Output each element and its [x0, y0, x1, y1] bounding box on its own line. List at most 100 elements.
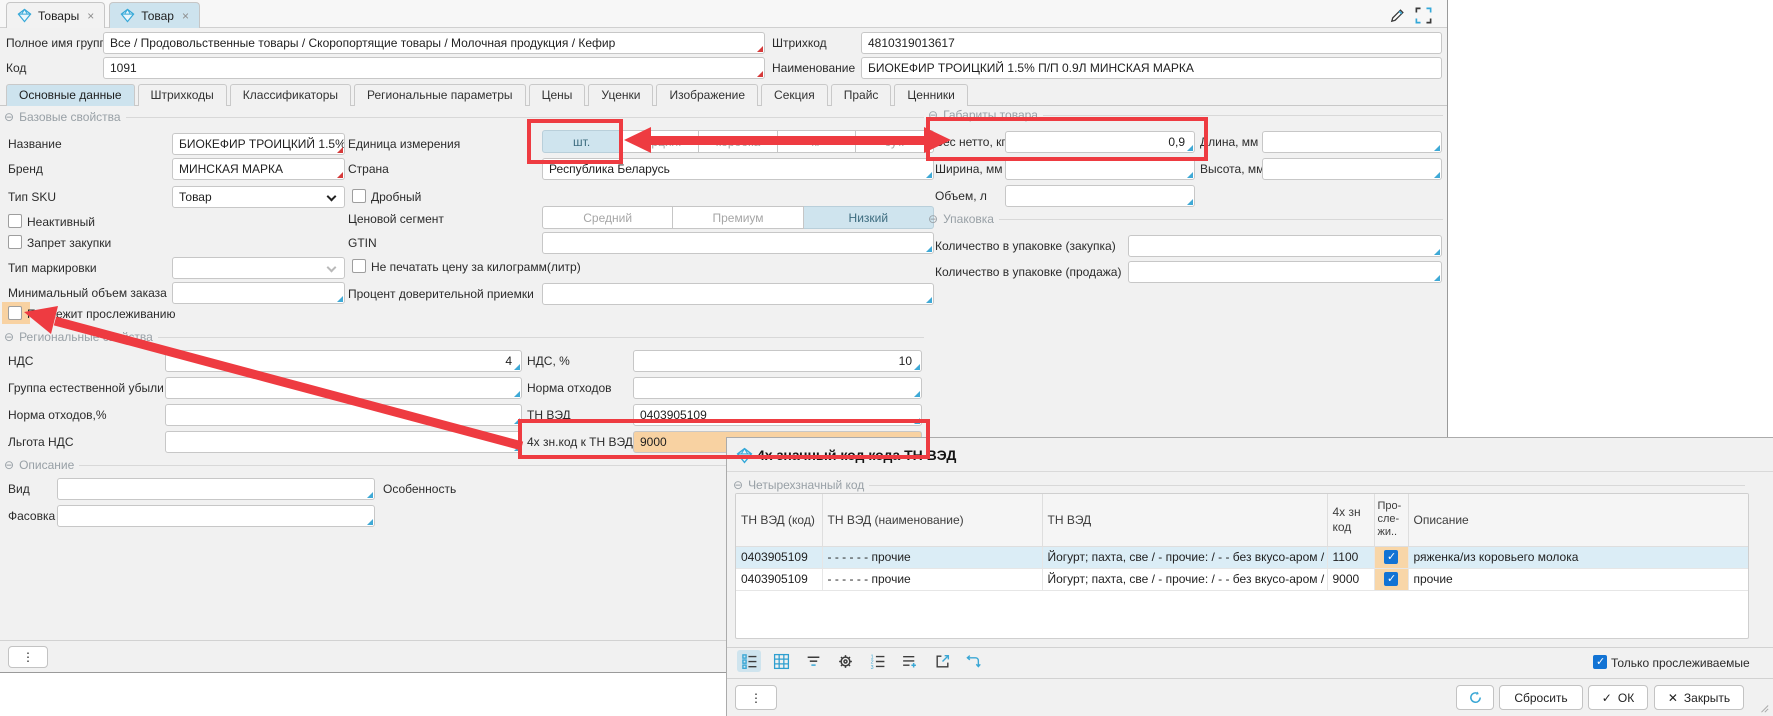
country-field[interactable]: Республика Беларусь: [542, 158, 934, 180]
traceable-row-checkbox[interactable]: [1384, 550, 1398, 564]
unit-option-kg[interactable]: кг: [778, 130, 856, 153]
reload-button[interactable]: [960, 650, 984, 672]
table-row[interactable]: 0403905109 - - - - - - прочие Йогурт; па…: [736, 546, 1748, 568]
segment-low[interactable]: Низкий: [804, 206, 934, 229]
edit-pencil-icon[interactable]: [1388, 6, 1407, 25]
cell-tnved[interactable]: Йогурт; пахта, све / - прочие: / - - без…: [1042, 546, 1327, 568]
more-options-button[interactable]: ⋮: [8, 646, 48, 668]
natural-loss-field[interactable]: [165, 377, 522, 399]
collapse-icon[interactable]: ⊖: [733, 478, 743, 492]
code-field[interactable]: 1091: [103, 57, 765, 79]
traceable-row-checkbox[interactable]: [1384, 572, 1398, 586]
packing-field[interactable]: [57, 505, 375, 527]
tab-product-card[interactable]: Товар ×: [109, 2, 200, 28]
col-header-code4[interactable]: 4х зн код: [1327, 494, 1374, 546]
tnved-field[interactable]: 0403905109: [633, 404, 922, 426]
col-header-tnved[interactable]: ТН ВЭД: [1042, 494, 1327, 546]
filter-button[interactable]: [801, 650, 825, 672]
tab-image[interactable]: Изображение: [656, 84, 758, 106]
collapse-icon[interactable]: ⊖: [4, 458, 14, 472]
height-field[interactable]: [1262, 158, 1442, 180]
cell-code[interactable]: 0403905109: [736, 546, 822, 568]
waste-percent-field[interactable]: [165, 404, 522, 426]
collapse-icon[interactable]: ⊖: [928, 108, 938, 122]
tab-barcodes[interactable]: Штрихкоды: [138, 84, 227, 106]
inactive-checkbox[interactable]: [8, 214, 22, 228]
full-group-field[interactable]: Все / Продовольственные товары / Скоропо…: [103, 32, 765, 54]
close-icon[interactable]: ×: [182, 9, 189, 23]
tab-markdowns[interactable]: Уценки: [588, 84, 653, 106]
refresh-button[interactable]: [1456, 685, 1494, 710]
unit-option-sht[interactable]: шт.: [542, 130, 621, 153]
volume-field[interactable]: [1005, 185, 1195, 207]
cell-name[interactable]: - - - - - - прочие: [822, 546, 1042, 568]
marking-type-dropdown[interactable]: [172, 257, 345, 279]
tab-main-data[interactable]: Основные данные: [6, 84, 135, 106]
settings-button[interactable]: [833, 650, 857, 672]
more-options-button[interactable]: ⋮: [735, 685, 777, 710]
col-header-description[interactable]: Описание: [1408, 494, 1748, 546]
cell-code4[interactable]: 1100: [1327, 546, 1374, 568]
cell-name[interactable]: - - - - - - прочие: [822, 568, 1042, 590]
sku-type-dropdown[interactable]: Товар: [172, 186, 345, 208]
unit-option-bottle[interactable]: бут.: [856, 130, 934, 153]
trust-accept-field[interactable]: [542, 283, 934, 305]
waste-field[interactable]: [633, 377, 922, 399]
gtin-field[interactable]: [542, 232, 934, 254]
segment-premium[interactable]: Премиум: [673, 206, 803, 229]
close-button[interactable]: ✕ Закрыть: [1654, 685, 1744, 710]
tab-prices[interactable]: Цены: [529, 84, 586, 106]
collapse-icon[interactable]: ⊖: [928, 212, 938, 226]
list-view-button[interactable]: [737, 650, 761, 672]
fullscreen-icon[interactable]: [1414, 6, 1433, 25]
open-external-button[interactable]: [930, 650, 954, 672]
tab-regional-params[interactable]: Региональные параметры: [354, 84, 526, 106]
add-list-button[interactable]: [897, 650, 921, 672]
close-icon[interactable]: ×: [87, 9, 94, 23]
collapse-icon[interactable]: ⊖: [4, 110, 14, 124]
cell-description[interactable]: прочие: [1408, 568, 1748, 590]
cell-code[interactable]: 0403905109: [736, 568, 822, 590]
ok-button[interactable]: ✓ ОК: [1588, 685, 1648, 710]
resize-grip-icon[interactable]: [1759, 703, 1769, 713]
width-field[interactable]: [1005, 158, 1195, 180]
collapse-icon[interactable]: ⊖: [4, 330, 14, 344]
net-weight-field[interactable]: 0,9: [1005, 131, 1195, 153]
brand-field[interactable]: МИНСКАЯ МАРКА: [172, 158, 345, 180]
tab-section[interactable]: Секция: [761, 84, 828, 106]
numbered-list-button[interactable]: 123: [865, 650, 889, 672]
vat-field[interactable]: 4: [165, 350, 522, 372]
cell-description[interactable]: ряженка/из коровьего молока: [1408, 546, 1748, 568]
segment-medium[interactable]: Средний: [542, 206, 673, 229]
traceable-checkbox[interactable]: [8, 306, 22, 320]
cell-code4[interactable]: 9000: [1327, 568, 1374, 590]
col-header-name[interactable]: ТН ВЭД (наименование): [822, 494, 1042, 546]
no-kg-price-checkbox[interactable]: [352, 259, 366, 273]
tab-price-tags[interactable]: Ценники: [894, 84, 967, 106]
tab-classifiers[interactable]: Классификаторы: [230, 84, 351, 106]
length-field[interactable]: [1262, 131, 1442, 153]
qty-purchase-field[interactable]: [1128, 235, 1442, 257]
tab-products-list[interactable]: Товары ×: [6, 2, 105, 28]
volume-label: Объем, л: [935, 189, 987, 203]
cell-tnved[interactable]: Йогурт; пахта, све / - прочие: / - - без…: [1042, 568, 1327, 590]
col-header-traceable[interactable]: Про-сле-жи..: [1374, 494, 1408, 546]
grid-view-button[interactable]: [769, 650, 793, 672]
fractional-checkbox[interactable]: [352, 189, 366, 203]
qty-sale-field[interactable]: [1128, 261, 1442, 283]
unit-option-portion[interactable]: порция.: [621, 130, 699, 153]
vat-relief-field[interactable]: [165, 431, 522, 453]
col-header-code[interactable]: ТН ВЭД (код): [736, 494, 822, 546]
kind-field[interactable]: [57, 478, 375, 500]
table-row[interactable]: 0403905109 - - - - - - прочие Йогурт; па…: [736, 568, 1748, 590]
reset-button[interactable]: Сбросить: [1499, 685, 1583, 710]
purchase-ban-checkbox[interactable]: [8, 235, 22, 249]
barcode-field[interactable]: 4810319013617: [861, 32, 1442, 54]
product-title-field[interactable]: БИОКЕФИР ТРОИЦКИЙ 1.5% П: [172, 133, 345, 155]
only-traceable-checkbox[interactable]: [1593, 655, 1607, 669]
product-name-field[interactable]: БИОКЕФИР ТРОИЦКИЙ 1.5% П/П 0.9Л МИНСКАЯ …: [861, 57, 1442, 79]
vat-percent-field[interactable]: 10: [633, 350, 922, 372]
unit-option-box[interactable]: коробка: [699, 130, 777, 153]
tab-pricelist[interactable]: Прайс: [831, 84, 892, 106]
min-order-field[interactable]: [172, 282, 345, 304]
